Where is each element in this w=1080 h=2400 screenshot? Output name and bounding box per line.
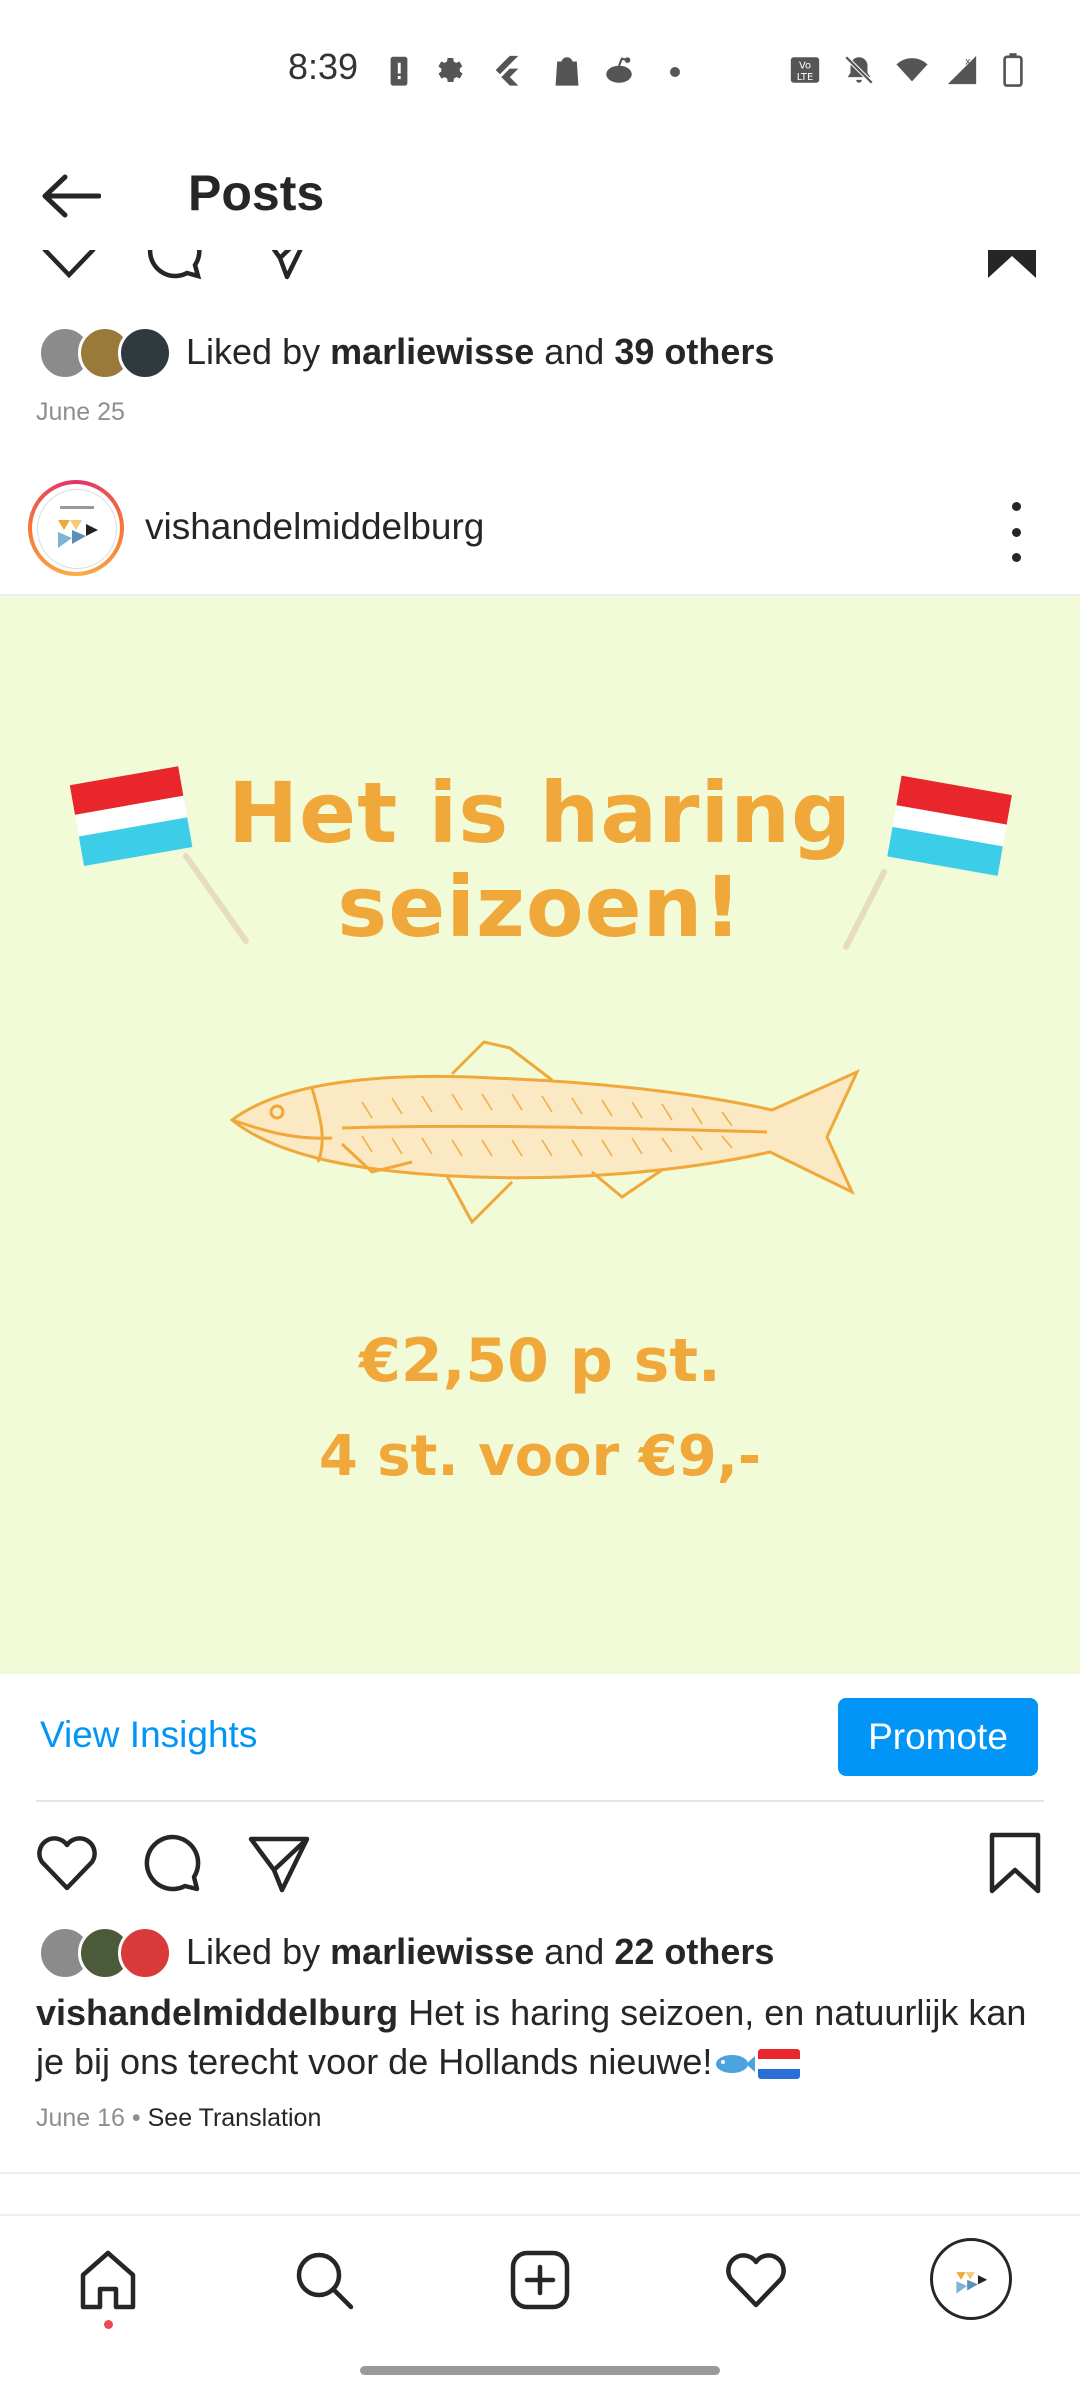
more-dot xyxy=(1011,502,1021,511)
caption-username[interactable]: vishandelmiddelburg xyxy=(36,1992,398,2033)
post-likes[interactable]: Liked by marliewisse and 22 others xyxy=(38,1922,774,1982)
status-bar: 8:39 Vo LTE x xyxy=(0,0,1080,140)
fish-emoji-icon xyxy=(716,2055,756,2074)
post-username[interactable]: vishandelmiddelburg xyxy=(145,506,484,548)
heart-icon[interactable] xyxy=(38,250,100,282)
battery-icon xyxy=(1003,53,1023,87)
post-actions xyxy=(0,1830,1080,1900)
save-button[interactable] xyxy=(982,1830,1048,1896)
share-button[interactable] xyxy=(246,1830,312,1896)
nav-profile[interactable] xyxy=(930,2238,1012,2320)
post-header: vishandelmiddelburg xyxy=(0,470,1080,596)
herring-fish-illustration xyxy=(229,1040,861,1225)
svg-text:x: x xyxy=(965,56,971,67)
more-dot xyxy=(1011,527,1021,537)
like-button[interactable] xyxy=(34,1830,100,1896)
nav-search[interactable] xyxy=(288,2244,360,2316)
image-title-line2: seizoen! xyxy=(337,858,743,956)
liked-by-text: Liked by marliewisse and 39 others xyxy=(186,331,775,372)
post-date: June 16 xyxy=(36,2104,125,2132)
liker-avatars xyxy=(38,1926,178,1980)
back-button[interactable] xyxy=(36,168,106,224)
image-title-line1: Het is haring xyxy=(227,764,853,862)
previous-post-likes[interactable]: Liked by marliewisse and 39 others xyxy=(38,322,774,382)
more-options-button[interactable] xyxy=(998,502,1034,562)
post-image[interactable]: Het is haring seizoen! €2,50 p st. 4 st.… xyxy=(0,596,1080,1674)
avatar xyxy=(118,1926,172,1980)
view-insights-link[interactable]: View Insights xyxy=(40,1714,257,1756)
activity-heart-icon xyxy=(726,2253,786,2308)
search-icon xyxy=(296,2252,354,2310)
promote-button[interactable]: Promote xyxy=(838,1698,1038,1776)
post-date: June 25 xyxy=(36,398,125,426)
status-time: 8:39 xyxy=(288,46,359,87)
home-icon xyxy=(80,2250,136,2310)
reddit-icon xyxy=(606,57,632,83)
netherlands-flag-emoji-icon xyxy=(758,2049,801,2080)
cell-signal-icon: x xyxy=(947,55,977,85)
comment-icon xyxy=(144,1834,201,1892)
comment-button[interactable] xyxy=(140,1830,206,1896)
share-icon[interactable] xyxy=(254,250,316,282)
wifi-icon xyxy=(896,58,928,82)
mute-icon xyxy=(844,55,874,85)
divider xyxy=(0,2172,1080,2174)
liker-avatars xyxy=(38,326,178,380)
battery-alert-icon xyxy=(390,56,408,86)
image-price-line2: 4 st. voor €9,- xyxy=(318,1424,762,1489)
bookmark-icon xyxy=(989,1832,1041,1894)
shopping-bag-icon xyxy=(555,57,579,86)
more-notifications-dot xyxy=(670,67,680,77)
save-icon[interactable] xyxy=(984,250,1040,282)
see-translation-link[interactable]: See Translation xyxy=(148,2104,322,2132)
svg-text:Vo: Vo xyxy=(799,61,811,72)
bottom-navigation xyxy=(0,2214,1080,2346)
insights-row: View Insights Promote xyxy=(0,1674,1080,1802)
create-icon xyxy=(510,2250,570,2310)
image-price-line1: €2,50 p st. xyxy=(359,1326,721,1396)
heart-icon xyxy=(37,1836,97,1891)
divider xyxy=(36,1800,1044,1802)
nav-activity[interactable] xyxy=(720,2244,792,2316)
vishandel-logo-icon xyxy=(58,506,98,548)
arrow-back-icon xyxy=(42,174,101,218)
nav-create[interactable] xyxy=(504,2244,576,2316)
avatar xyxy=(118,326,172,380)
svg-text:LTE: LTE xyxy=(797,72,813,83)
meta-separator: • xyxy=(124,2104,148,2132)
previous-post-actions xyxy=(0,250,1080,290)
post-caption: vishandelmiddelburg Het is haring seizoe… xyxy=(36,1988,1046,2086)
profile-avatar-icon xyxy=(956,2272,988,2294)
notification-dot xyxy=(104,2320,113,2329)
gesture-navigation-bar[interactable] xyxy=(360,2366,720,2375)
settings-icon xyxy=(438,57,463,83)
comment-icon[interactable] xyxy=(144,250,206,282)
page-title: Posts xyxy=(188,165,325,221)
profile-avatar[interactable] xyxy=(28,480,124,576)
flutter-icon xyxy=(495,55,519,86)
volte-icon: VoLTE xyxy=(790,57,820,83)
caption-meta: June 16 • See Translation xyxy=(36,2104,321,2133)
send-icon xyxy=(248,1836,310,1893)
top-app-bar: Posts xyxy=(0,140,1080,250)
more-dot xyxy=(1011,553,1021,562)
nav-home[interactable] xyxy=(72,2244,144,2316)
liked-by-text: Liked by marliewisse and 22 others xyxy=(186,1931,775,1972)
